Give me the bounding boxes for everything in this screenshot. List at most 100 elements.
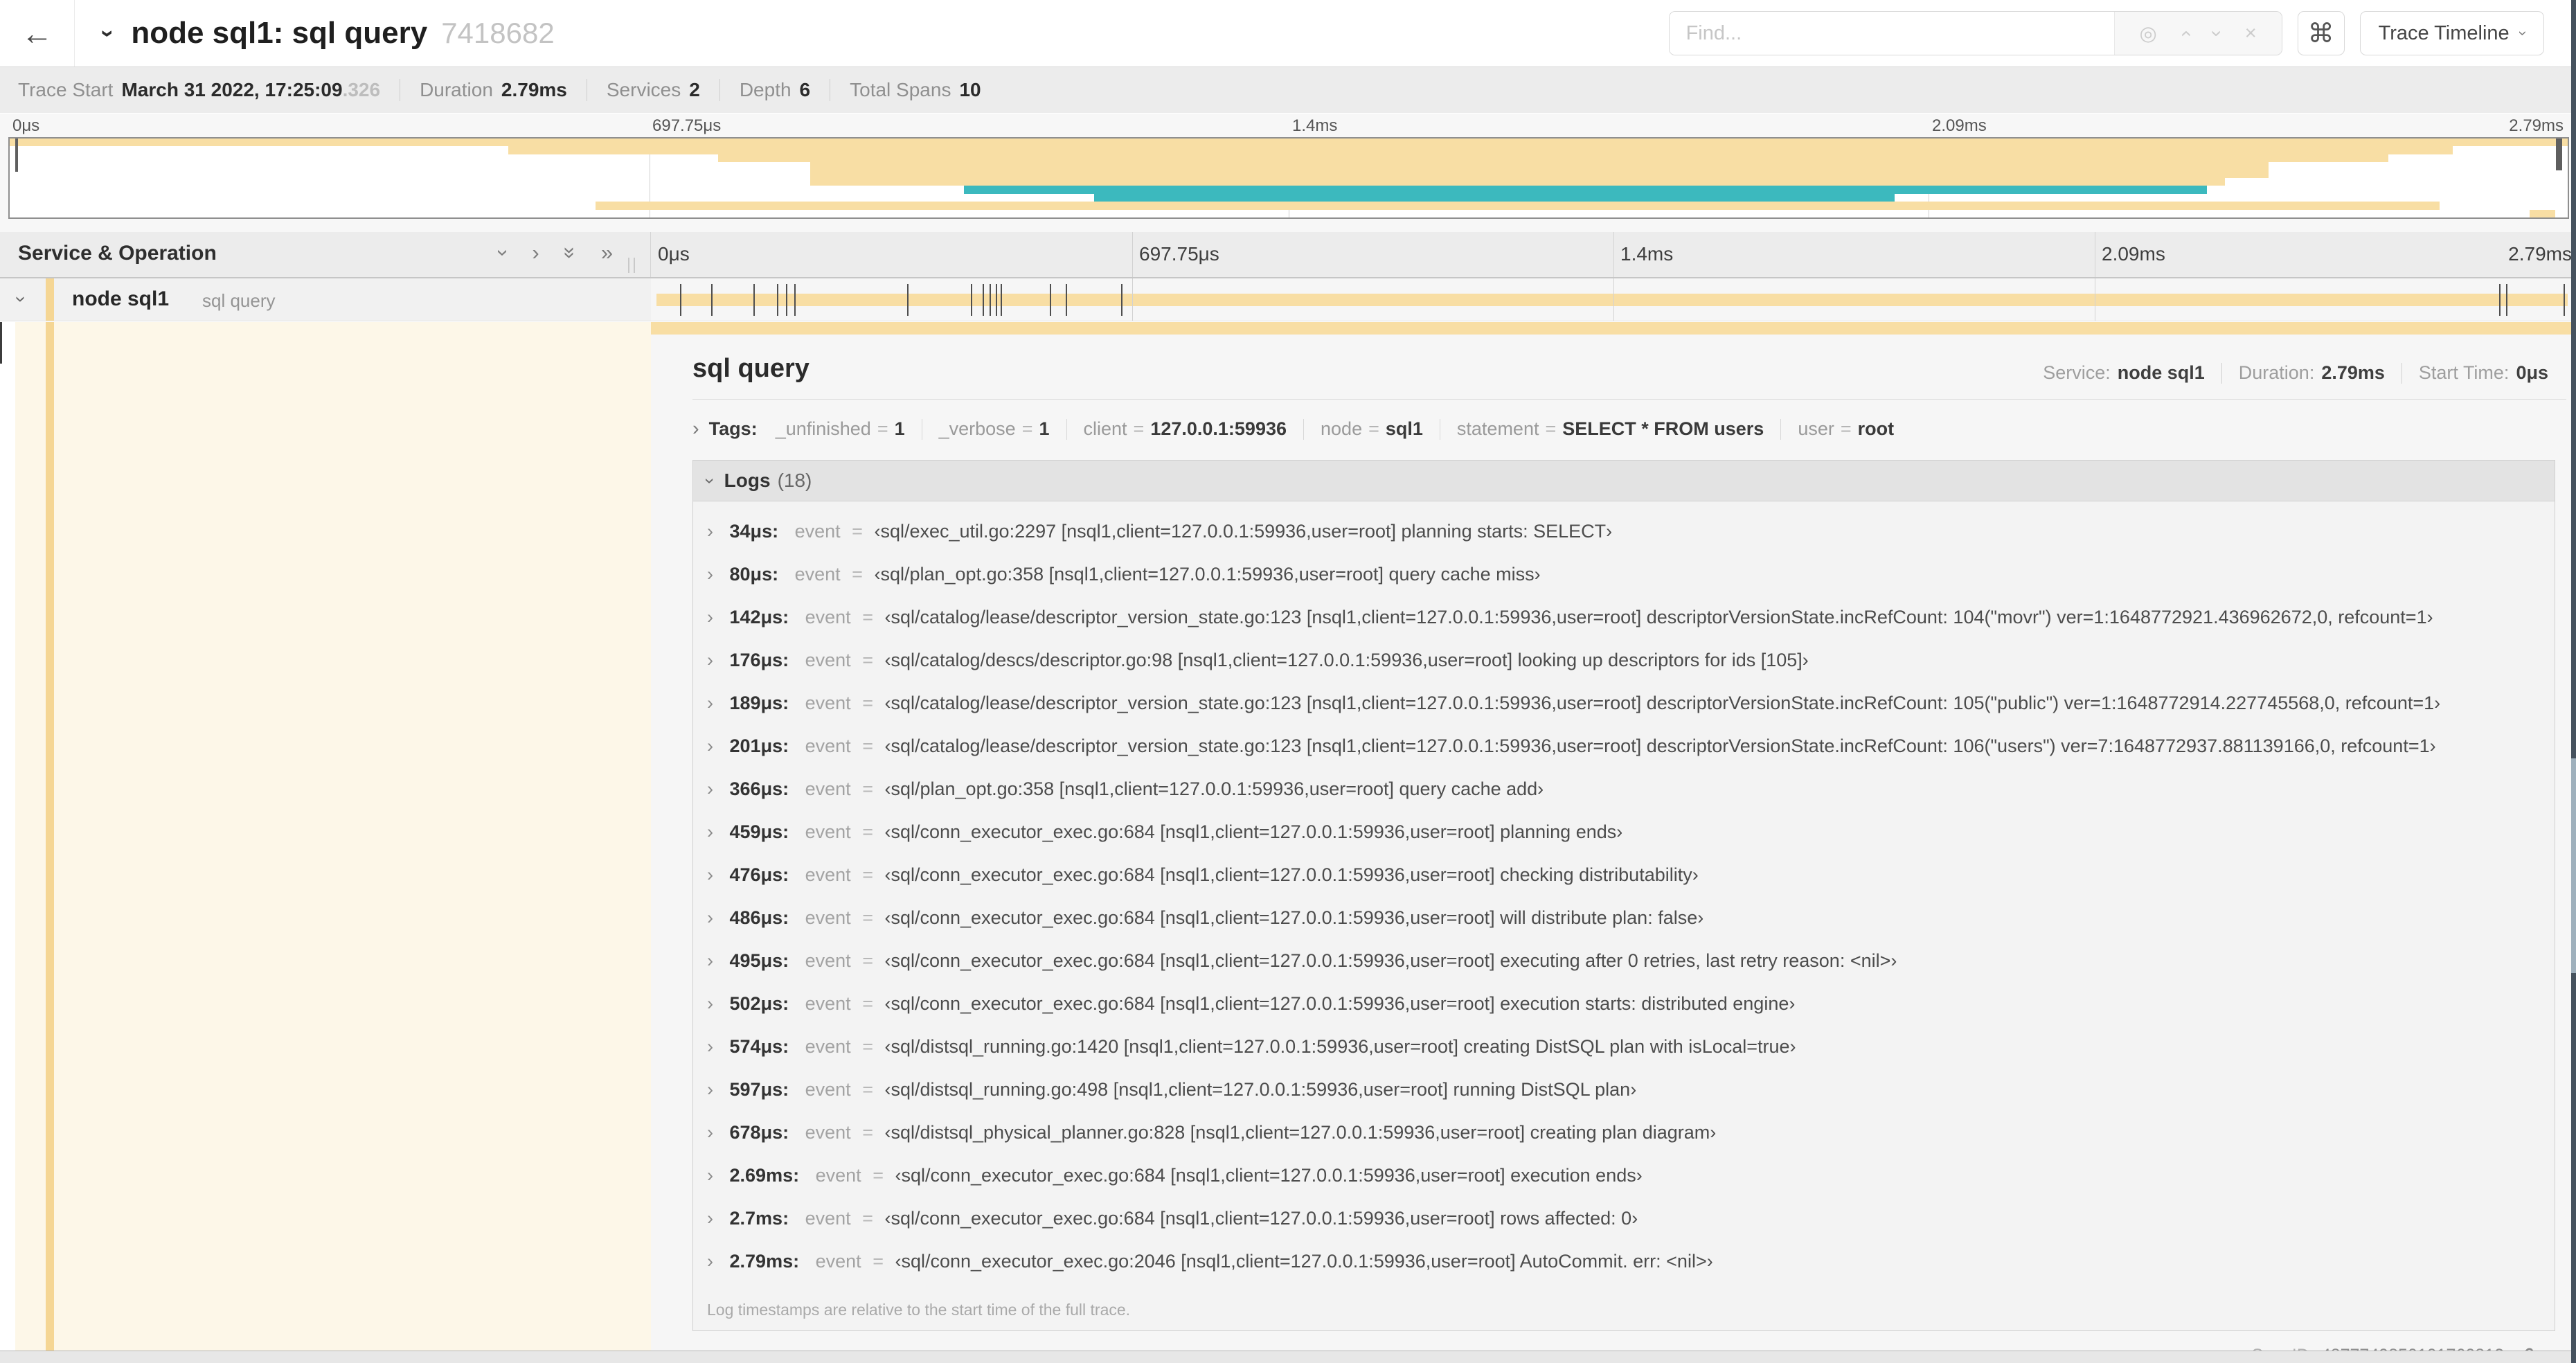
span-log-marker[interactable] [711,284,713,316]
tag-item: _verbose = 1 [939,418,1084,440]
log-field-value: ‹sql/plan_opt.go:358 [nsql1,client=127.0… [874,564,1541,585]
log-field-value: ‹sql/catalog/lease/descriptor_version_st… [884,693,2441,713]
log-timestamp: 495μs: [729,950,789,971]
log-field-value: ‹sql/plan_opt.go:358 [nsql1,client=127.0… [884,778,1544,799]
logs-accordian: › Logs (18) › 34μs: event = ‹sql/exec_ut… [692,460,2555,1331]
column-resize-grip[interactable] [628,258,635,273]
log-entry[interactable]: › 2.69ms: event = ‹sql/conn_executor_exe… [693,1154,2555,1197]
log-entry[interactable]: › 2.79ms: event = ‹sql/conn_executor_exe… [693,1240,2555,1283]
horizontal-scrollbar-track[interactable] [0,1351,2576,1363]
log-field-key: event [815,1251,861,1272]
span-log-marker[interactable] [753,284,755,316]
vertical-scrollbar-track[interactable] [2571,0,2576,1363]
span-log-marker[interactable] [1120,284,1122,316]
minimap-right-scrubber[interactable] [2556,139,2562,170]
span-log-marker[interactable] [1000,284,1002,316]
meta-value-suffix: .326 [342,79,381,100]
log-entry[interactable]: › 189μs: event = ‹sql/catalog/lease/desc… [693,682,2555,724]
log-field-key: event [805,778,851,799]
log-chevron-right-icon: › [707,521,713,542]
log-entry[interactable]: › 597μs: event = ‹sql/distsql_running.go… [693,1068,2555,1111]
minimap-left-scrubber[interactable] [15,139,18,172]
top-nav: ← › node sql1: sql query 7418682 ◎ › › ×… [0,0,2576,66]
span-log-marker[interactable] [794,284,796,316]
locate-icon[interactable]: ◎ [2139,21,2156,46]
log-entry[interactable]: › 459μs: event = ‹sql/conn_executor_exec… [693,810,2555,853]
span-expand-chevron-icon[interactable]: › [10,296,33,302]
log-timestamp: 597μs: [729,1079,789,1100]
tags-accordian[interactable]: › Tags: _unfinished = 1 _verbose = 1 cli… [692,418,2566,440]
log-entry[interactable]: › 201μs: event = ‹sql/catalog/lease/desc… [693,724,2555,767]
span-detail-row: sql query Service: node sql1 Duration: 2… [0,322,2576,1351]
log-equals: = [862,1036,873,1057]
expand-one-icon[interactable]: › [532,240,539,265]
minimap-canvas[interactable] [8,137,2569,219]
log-entry[interactable]: › 366μs: event = ‹sql/plan_opt.go:358 [n… [693,767,2555,810]
span-log-marker[interactable] [1065,284,1067,316]
tag-equals: = [1021,418,1033,439]
command-icon: ⌘ [2307,19,2334,48]
span-log-marker[interactable] [777,284,779,316]
span-log-marker[interactable] [679,284,681,316]
vertical-scrollbar-thumb[interactable] [2571,758,2576,973]
meta-label: Duration [420,79,493,100]
log-timestamp: 486μs: [729,907,789,928]
minimap-span-strip [595,202,2440,210]
timeline-gridline [1132,278,1133,321]
timeline-tick-label: 0μs [658,243,690,265]
log-entry[interactable]: › 142μs: event = ‹sql/catalog/lease/desc… [693,596,2555,639]
tags-chevron-right-icon[interactable]: › [692,418,699,440]
find-next-icon[interactable]: › [2206,30,2228,37]
back-button[interactable]: ← [0,0,75,66]
logs-header[interactable]: › Logs (18) [693,461,2555,501]
span-log-marker[interactable] [971,284,973,316]
log-entry[interactable]: › 80μs: event = ‹sql/plan_opt.go:358 [ns… [693,553,2555,596]
find-input[interactable] [1669,12,2114,55]
collapse-all-icon[interactable]: » [557,247,582,258]
expand-all-icon[interactable]: » [601,240,613,265]
span-name-cell[interactable]: › node sql1 sql query [0,278,651,321]
log-entry[interactable]: › 176μs: event = ‹sql/catalog/descs/desc… [693,639,2555,682]
span-row[interactable]: › node sql1 sql query [0,278,2576,321]
find-prev-icon[interactable]: › [2174,30,2197,37]
trace-title-chevron-icon[interactable]: › [94,29,121,37]
logs-footnote: Log timestamps are relative to the start… [707,1301,1131,1319]
span-log-marker[interactable] [2505,284,2507,316]
link-icon[interactable] [2516,1345,2537,1351]
trace-view-selector[interactable]: Trace Timeline › [2359,11,2544,55]
log-entry[interactable]: › 476μs: event = ‹sql/conn_executor_exec… [693,853,2555,896]
log-field-key: event [805,607,851,627]
span-tree-accent-line [46,322,54,1351]
timeline-overview: 0μs 697.75μs 1.4ms 2.09ms 2.79ms [0,114,2576,232]
span-log-marker[interactable] [2499,284,2501,316]
log-entry[interactable]: › 486μs: event = ‹sql/conn_executor_exec… [693,896,2555,939]
span-log-marker[interactable] [989,284,991,316]
log-chevron-right-icon: › [707,778,713,799]
log-field-value: ‹sql/distsql_physical_planner.go:828 [ns… [884,1122,1717,1143]
span-log-marker[interactable] [995,284,997,316]
span-log-marker[interactable] [785,284,787,316]
log-entry[interactable]: › 502μs: event = ‹sql/conn_executor_exec… [693,982,2555,1025]
span-id-row: SpanID: 4877749850101760812 [692,1331,2566,1351]
log-field-key: event [805,950,851,971]
find-clear-icon[interactable]: × [2245,22,2257,45]
log-entry[interactable]: › 495μs: event = ‹sql/conn_executor_exec… [693,939,2555,982]
collapse-one-icon[interactable]: › [491,249,516,256]
span-bar-cell[interactable] [651,278,2576,321]
span-id-label: SpanID: [2251,1346,2314,1351]
span-detail-highlight [15,322,651,1351]
log-chevron-right-icon: › [707,693,713,713]
span-detail-overview: Service: node sql1 Duration: 2.79ms Star… [2043,362,2548,384]
keyboard-shortcuts-button[interactable]: ⌘ [2297,11,2345,55]
span-log-marker[interactable] [982,284,984,316]
log-entry[interactable]: › 2.7ms: event = ‹sql/conn_executor_exec… [693,1197,2555,1240]
span-log-marker[interactable] [2564,284,2566,316]
log-entry[interactable]: › 574μs: event = ‹sql/distsql_running.go… [693,1025,2555,1068]
log-entry[interactable]: › 34μs: event = ‹sql/exec_util.go:2297 [… [693,510,2555,553]
log-entry[interactable]: › 678μs: event = ‹sql/distsql_physical_p… [693,1111,2555,1154]
span-id-value: 4877749850101760812 [2321,1346,2504,1351]
timeline-tick-label: 2.79ms [2509,116,2564,135]
span-service-name: node sql1 [72,287,170,310]
span-log-marker[interactable] [1049,284,1051,316]
span-log-marker[interactable] [907,284,909,316]
